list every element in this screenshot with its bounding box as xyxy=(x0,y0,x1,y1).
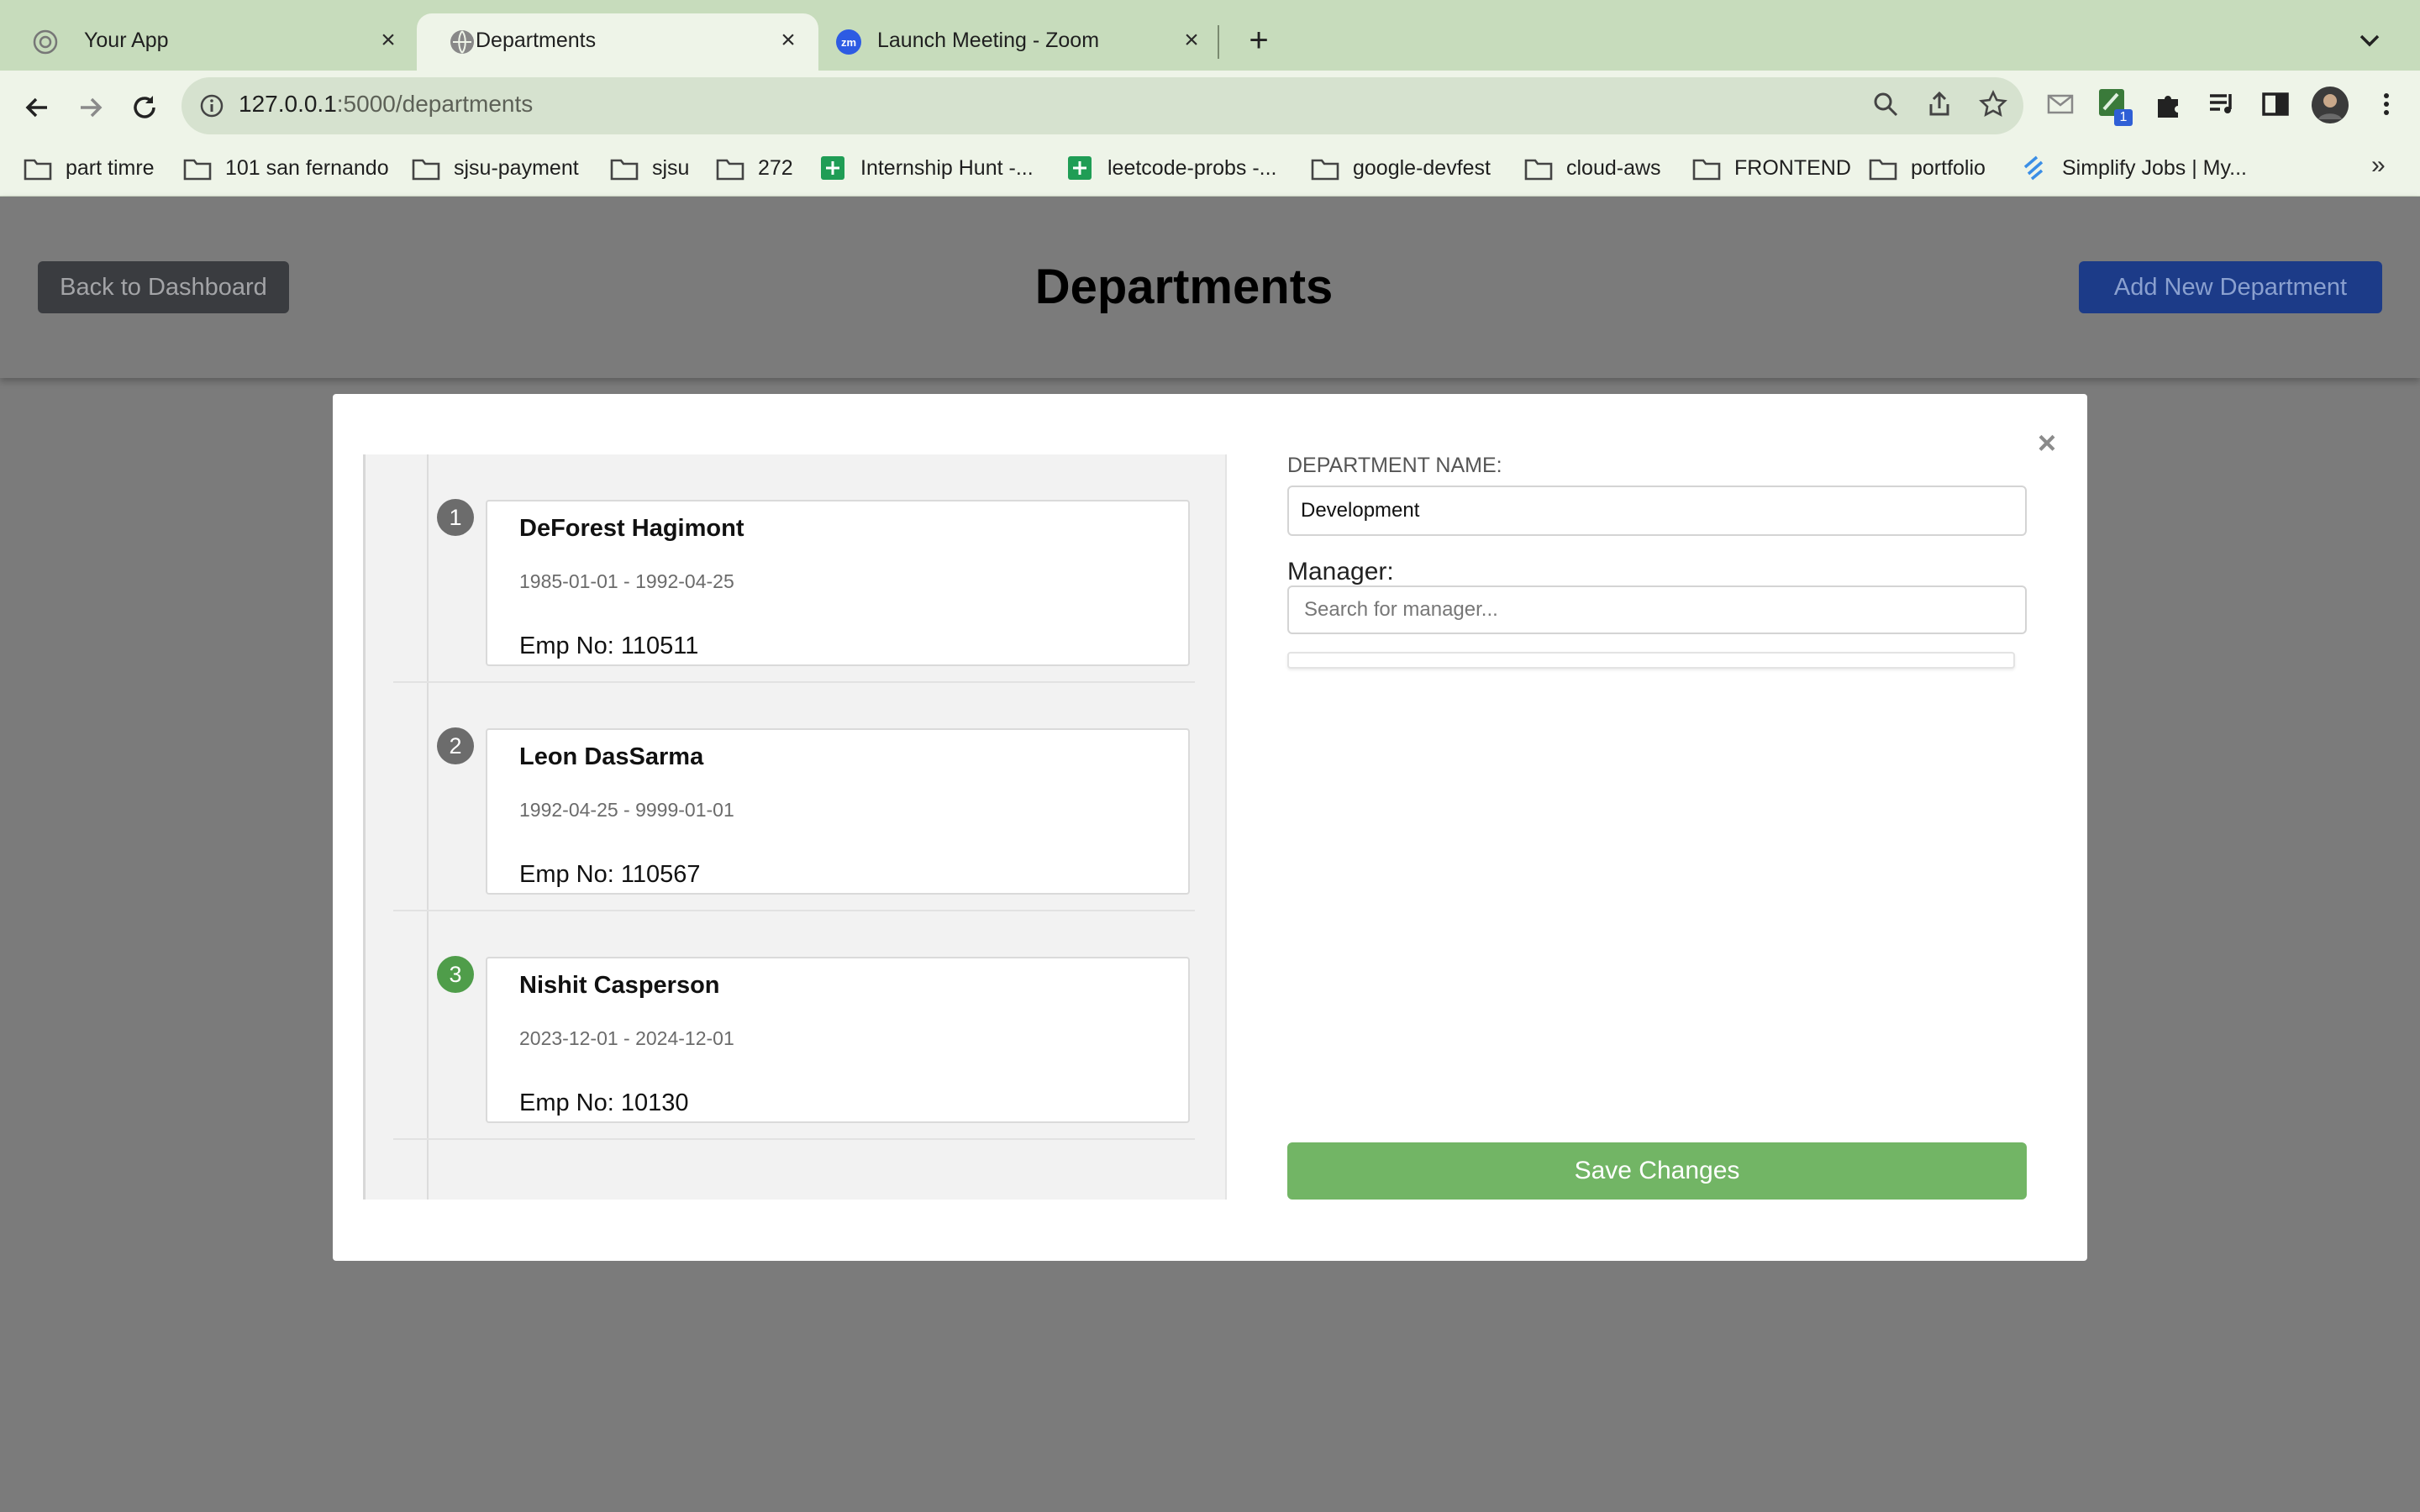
folder-icon xyxy=(716,155,744,181)
star-icon[interactable] xyxy=(1978,89,2008,119)
bookmark-label: cloud-aws xyxy=(1566,155,1661,180)
bookmark-item[interactable]: sjsu-payment xyxy=(412,151,579,185)
folder-icon xyxy=(1692,155,1721,181)
timeline-card: DeForest Hagimont 1985-01-01 - 1992-04-2… xyxy=(486,500,1190,666)
department-name-input[interactable]: Development xyxy=(1287,486,2027,536)
tab-separator xyxy=(1218,25,1219,59)
bookmark-item[interactable]: cloud-aws xyxy=(1524,151,1661,185)
avatar[interactable] xyxy=(2311,86,2349,124)
timeline-card: Leon DasSarma 1992-04-25 - 9999-01-01 Em… xyxy=(486,728,1190,895)
timeline-step-badge: 1 xyxy=(437,499,474,536)
close-icon[interactable]: × xyxy=(1176,25,1207,55)
url-path: :5000/departments xyxy=(336,91,534,117)
folder-icon xyxy=(183,155,212,181)
extension-badge-button[interactable]: 1 xyxy=(2096,86,2133,126)
folder-icon xyxy=(24,155,52,181)
close-icon[interactable]: × xyxy=(2030,427,2064,460)
folder-icon xyxy=(412,155,440,181)
bookmark-label: part timre xyxy=(66,155,155,180)
site-info-icon[interactable] xyxy=(198,92,225,119)
manager-label: Manager: xyxy=(1287,558,1394,585)
kebab-menu-icon[interactable] xyxy=(2370,87,2403,121)
folder-icon xyxy=(610,155,639,181)
row-divider xyxy=(393,910,1195,911)
side-panel-icon[interactable] xyxy=(2259,87,2292,121)
folder-icon xyxy=(1869,155,1897,181)
bookmarks-overflow-icon[interactable]: » xyxy=(2371,151,2386,180)
back-arrow-icon[interactable] xyxy=(18,89,55,126)
timeline-step-badge: 3 xyxy=(437,956,474,993)
tab-zoom[interactable]: zm Launch Meeting - Zoom × xyxy=(823,0,1218,71)
globe-icon xyxy=(450,30,474,54)
manager-name: Nishit Casperson xyxy=(519,972,720,999)
reload-icon[interactable] xyxy=(126,89,163,126)
bookmark-label: Internship Hunt -... xyxy=(860,155,1034,180)
tab-departments[interactable]: Departments × xyxy=(417,13,818,71)
save-changes-button[interactable]: Save Changes xyxy=(1287,1142,2027,1200)
bookmark-item[interactable]: FRONTEND xyxy=(1692,151,1851,185)
zoom-icon: zm xyxy=(836,29,861,55)
url-text[interactable]: 127.0.0.1:5000/departments xyxy=(239,91,533,118)
chevron-down-icon[interactable] xyxy=(2353,24,2386,57)
row-divider xyxy=(393,681,1195,683)
manager-name: DeForest Hagimont xyxy=(519,515,744,542)
manager-dates: 1992-04-25 - 9999-01-01 xyxy=(519,799,734,821)
extension-badge: 1 xyxy=(2114,109,2133,126)
timeline-step-badge: 2 xyxy=(437,727,474,764)
url-host: 127.0.0.1 xyxy=(239,91,337,117)
forward-arrow-icon[interactable] xyxy=(72,89,109,126)
bookmark-item[interactable]: 101 san fernando xyxy=(183,151,389,185)
simplify-icon xyxy=(2020,155,2049,181)
timeline-line xyxy=(427,454,429,1200)
bookmark-item[interactable]: portfolio xyxy=(1869,151,1986,185)
bookmark-label: leetcode-probs -... xyxy=(1107,155,1277,180)
bookmark-label: Simplify Jobs | My... xyxy=(2062,155,2247,180)
department-name-label: DEPARTMENT NAME: xyxy=(1287,454,1502,477)
manager-dates: 1985-01-01 - 1992-04-25 xyxy=(519,570,734,592)
manager-dates: 2023-12-01 - 2024-12-01 xyxy=(519,1027,734,1049)
folder-icon xyxy=(1311,155,1339,181)
manager-search-input[interactable]: Search for manager... xyxy=(1287,585,2027,634)
tab-your-app[interactable]: Your App × xyxy=(0,0,412,71)
page-title: Departments xyxy=(1034,260,1334,314)
bookmark-label: FRONTEND xyxy=(1734,155,1851,180)
close-icon[interactable]: × xyxy=(773,25,803,55)
add-new-department-button[interactable]: Add New Department xyxy=(2079,261,2382,313)
puzzle-icon[interactable] xyxy=(2151,87,2185,121)
manager-emp-no: Emp No: 10130 xyxy=(519,1089,689,1116)
svg-text:zm: zm xyxy=(841,36,856,49)
tab-title: Departments xyxy=(476,29,597,52)
close-icon[interactable]: × xyxy=(373,25,403,55)
new-tab-icon[interactable]: + xyxy=(1240,22,1277,59)
bookmark-label: google-devfest xyxy=(1353,155,1491,180)
bookmark-label: sjsu xyxy=(652,155,690,180)
bookmark-item[interactable]: Internship Hunt -... xyxy=(818,151,1034,185)
mail-icon[interactable] xyxy=(2044,87,2077,121)
tab-title: Launch Meeting - Zoom xyxy=(877,29,1100,52)
bookmark-label: 272 xyxy=(758,155,793,180)
zoom-magnifier-icon[interactable] xyxy=(1870,89,1901,119)
bookmark-item[interactable]: google-devfest xyxy=(1311,151,1491,185)
sheets-icon xyxy=(1065,155,1094,181)
bookmark-label: 101 san fernando xyxy=(225,155,389,180)
bookmark-item[interactable]: 272 xyxy=(716,151,793,185)
manager-name: Leon DasSarma xyxy=(519,743,704,770)
folder-icon xyxy=(1524,155,1553,181)
tab-title: Your App xyxy=(84,29,169,52)
bookmark-label: portfolio xyxy=(1911,155,1986,180)
bookmark-item[interactable]: leetcode-probs -... xyxy=(1065,151,1277,185)
row-divider xyxy=(393,1138,1195,1140)
timeline-card: Nishit Casperson 2023-12-01 - 2024-12-01… xyxy=(486,957,1190,1123)
bookmark-item[interactable]: part timre xyxy=(24,151,155,185)
media-queue-icon[interactable] xyxy=(2205,87,2238,121)
manager-emp-no: Emp No: 110511 xyxy=(519,633,699,659)
bookmark-item[interactable]: Simplify Jobs | My... xyxy=(2020,151,2247,185)
share-icon[interactable] xyxy=(1924,89,1954,119)
manager-search-results xyxy=(1287,652,2015,669)
bookmark-item[interactable]: sjsu xyxy=(610,151,689,185)
globe-icon xyxy=(33,29,58,55)
manager-emp-no: Emp No: 110567 xyxy=(519,861,701,888)
sheets-icon xyxy=(818,155,847,181)
bookmark-label: sjsu-payment xyxy=(454,155,579,180)
